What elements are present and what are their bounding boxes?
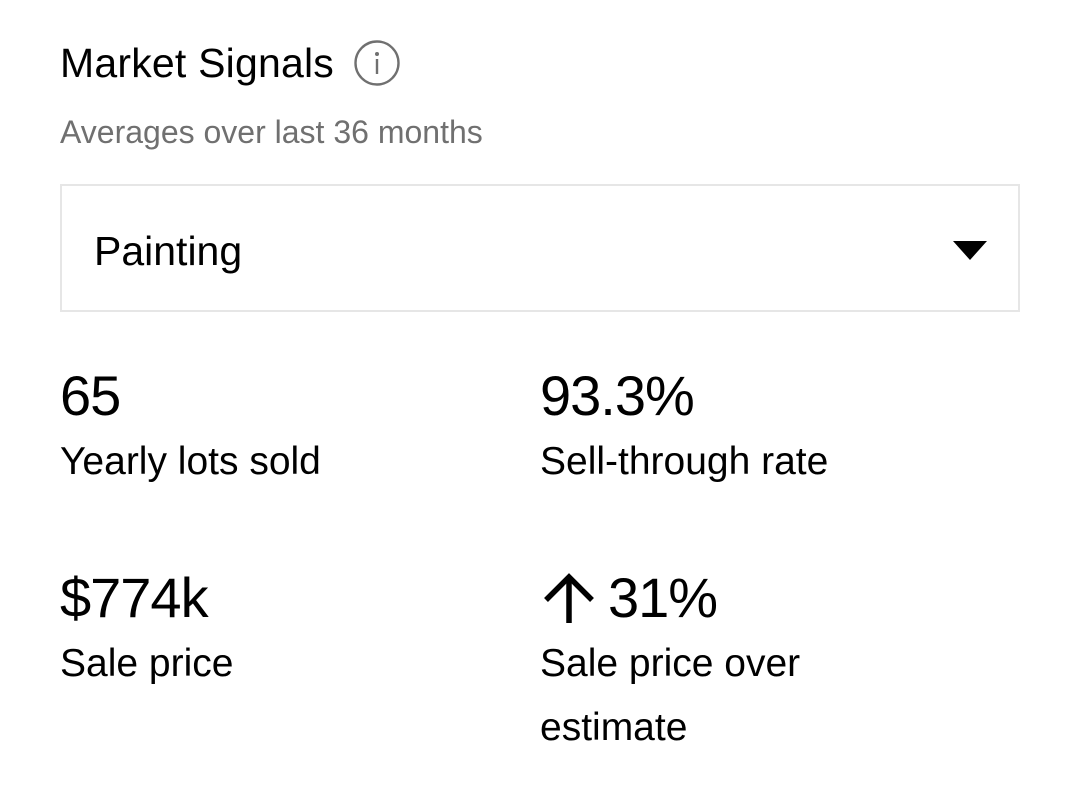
stat-value: 93.3% xyxy=(540,364,695,427)
stat-label: Yearly lots sold xyxy=(60,440,321,483)
chevron-down-icon xyxy=(953,241,987,261)
stat-label: Sell-through rate xyxy=(540,440,829,483)
stat-value: 31% xyxy=(608,566,718,629)
stat-label: Sale price over estimate xyxy=(540,642,801,749)
stat-value: 65 xyxy=(60,364,121,427)
stat-label: Sale price xyxy=(60,642,234,685)
stat-sale-price-over-estimate: 31% Sale price over estimate xyxy=(540,568,920,760)
stat-sell-through-rate: 93.3% Sell-through rate xyxy=(540,366,960,494)
market-signals-header: Market Signals xyxy=(60,38,400,88)
category-select[interactable]: Painting xyxy=(60,184,1020,312)
info-icon[interactable] xyxy=(354,40,400,86)
section-subtitle: Averages over last 36 months xyxy=(60,114,483,150)
category-select-value: Painting xyxy=(94,228,243,274)
stat-sale-price: $774k Sale price xyxy=(60,568,480,696)
section-title: Market Signals xyxy=(60,40,334,86)
stat-value: $774k xyxy=(60,566,209,629)
stat-yearly-lots-sold: 65 Yearly lots sold xyxy=(60,366,480,494)
arrow-up-icon xyxy=(540,569,598,627)
stat-value-row: 31% xyxy=(540,568,920,628)
